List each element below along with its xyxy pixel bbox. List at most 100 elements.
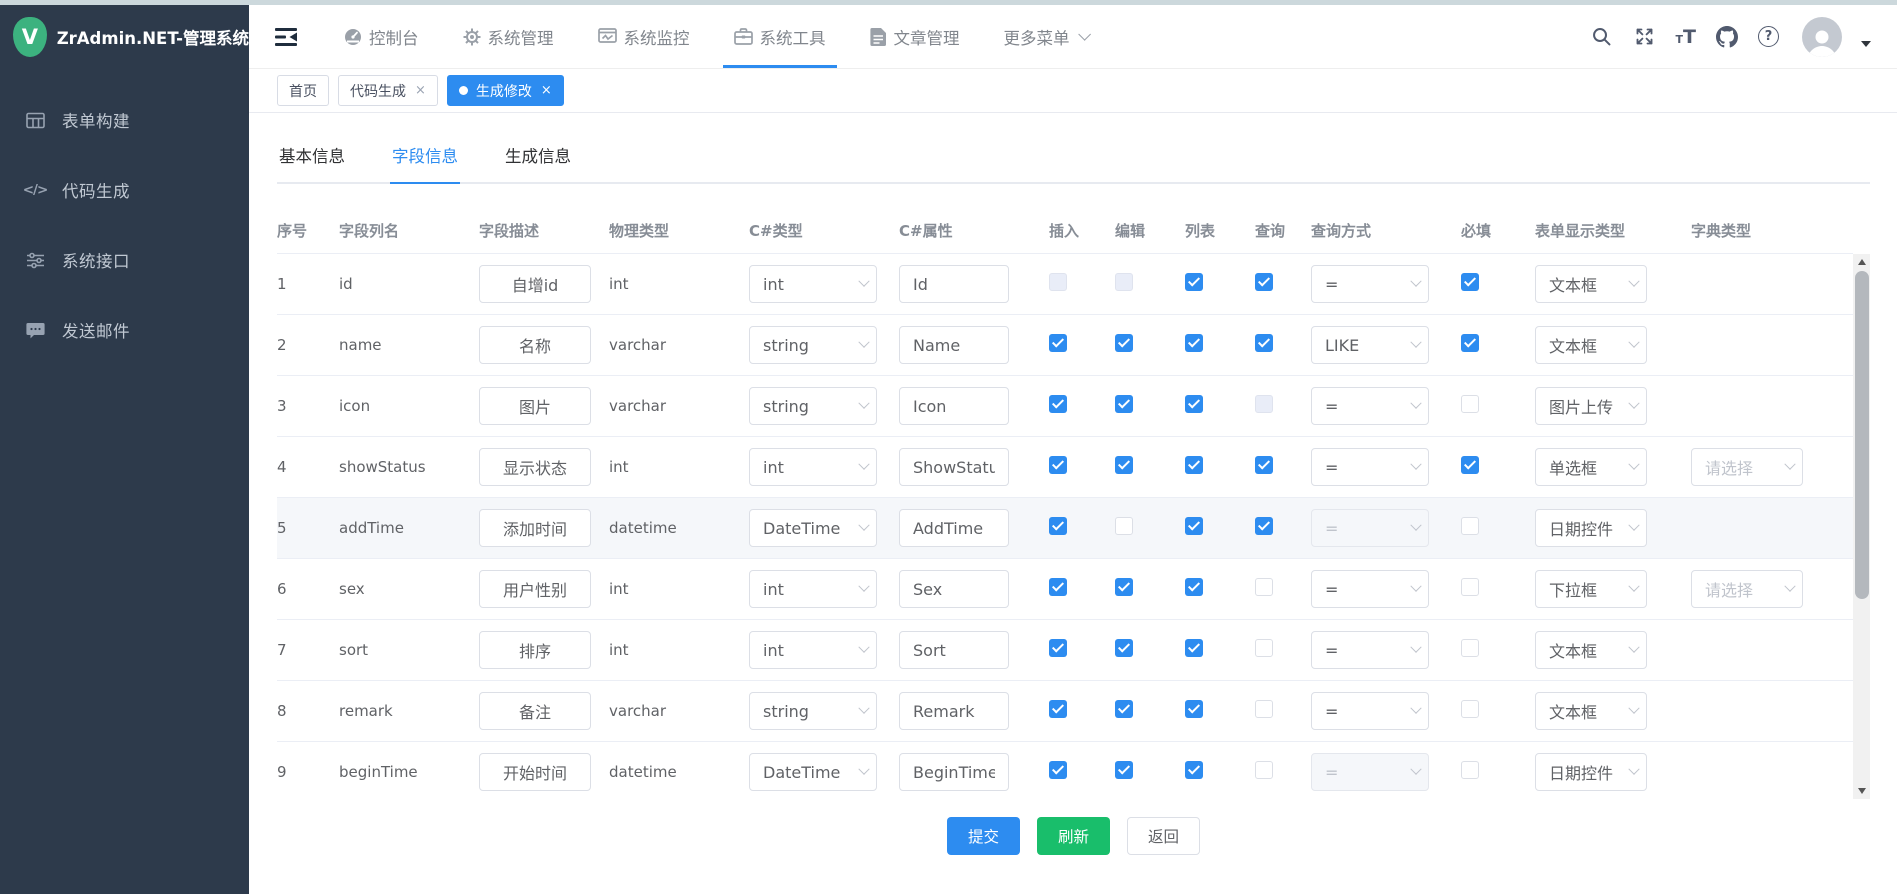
description-input[interactable] xyxy=(479,570,591,608)
cs-property-input[interactable] xyxy=(899,509,1009,547)
list-checkbox[interactable] xyxy=(1185,761,1203,779)
help-icon[interactable]: ? xyxy=(1758,26,1779,47)
sidebar-collapse-icon[interactable] xyxy=(275,26,299,48)
nav-menu-控制台[interactable]: 控制台 xyxy=(333,5,430,68)
required-checkbox[interactable] xyxy=(1461,395,1479,413)
edit-checkbox[interactable] xyxy=(1115,517,1133,535)
sidebar-item-系统接口[interactable]: 系统接口 xyxy=(0,225,249,295)
cs-property-input[interactable] xyxy=(899,753,1009,791)
edit-checkbox[interactable] xyxy=(1115,578,1133,596)
description-input[interactable] xyxy=(479,692,591,730)
cs-type-select[interactable]: int xyxy=(749,265,877,303)
dict-type-select[interactable]: 请选择 xyxy=(1691,448,1803,486)
query-checkbox[interactable] xyxy=(1255,334,1273,352)
list-checkbox[interactable] xyxy=(1185,456,1203,474)
description-input[interactable] xyxy=(479,753,591,791)
sidebar-item-表单构建[interactable]: 表单构建 xyxy=(0,85,249,155)
list-checkbox[interactable] xyxy=(1185,273,1203,291)
list-checkbox[interactable] xyxy=(1185,639,1203,657)
display-type-select[interactable]: 日期控件 xyxy=(1535,753,1647,791)
query-checkbox[interactable] xyxy=(1255,456,1273,474)
edit-checkbox[interactable] xyxy=(1115,700,1133,718)
sidebar-item-发送邮件[interactable]: 发送邮件 xyxy=(0,295,249,365)
required-checkbox[interactable] xyxy=(1461,517,1479,535)
query-checkbox[interactable] xyxy=(1255,517,1273,535)
query-type-select[interactable]: LIKE xyxy=(1311,326,1429,364)
nav-menu-系统监控[interactable]: 系统监控 xyxy=(587,5,701,68)
description-input[interactable] xyxy=(479,509,591,547)
display-type-select[interactable]: 日期控件 xyxy=(1535,509,1647,547)
tab-基本信息[interactable]: 基本信息 xyxy=(277,143,347,182)
scrollbar-up-arrow-icon[interactable] xyxy=(1853,254,1870,270)
description-input[interactable] xyxy=(479,631,591,669)
list-checkbox[interactable] xyxy=(1185,578,1203,596)
logo-row[interactable]: V ZrAdmin.NET-管理系统 xyxy=(0,5,249,69)
required-checkbox[interactable] xyxy=(1461,700,1479,718)
cs-type-select[interactable]: int xyxy=(749,570,877,608)
tag-首页[interactable]: 首页 xyxy=(277,75,329,106)
tag-close-icon[interactable]: × xyxy=(541,84,552,97)
insert-checkbox[interactable] xyxy=(1049,761,1067,779)
nav-menu-文章管理[interactable]: 文章管理 xyxy=(859,5,971,68)
insert-checkbox[interactable] xyxy=(1049,700,1067,718)
description-input[interactable] xyxy=(479,387,591,425)
edit-checkbox[interactable] xyxy=(1115,639,1133,657)
display-type-select[interactable]: 文本框 xyxy=(1535,631,1647,669)
display-type-select[interactable]: 图片上传 xyxy=(1535,387,1647,425)
cs-property-input[interactable] xyxy=(899,265,1009,303)
list-checkbox[interactable] xyxy=(1185,395,1203,413)
cs-property-input[interactable] xyxy=(899,387,1009,425)
tag-生成修改[interactable]: 生成修改× xyxy=(447,75,564,106)
cs-property-input[interactable] xyxy=(899,692,1009,730)
tag-close-icon[interactable]: × xyxy=(415,84,426,97)
fullscreen-icon[interactable] xyxy=(1633,25,1657,49)
edit-checkbox[interactable] xyxy=(1115,334,1133,352)
submit-button[interactable]: 提交 xyxy=(947,817,1020,855)
refresh-button[interactable]: 刷新 xyxy=(1037,817,1110,855)
cs-property-input[interactable] xyxy=(899,570,1009,608)
tab-生成信息[interactable]: 生成信息 xyxy=(503,143,573,182)
description-input[interactable] xyxy=(479,448,591,486)
nav-menu-更多菜单[interactable]: 更多菜单 xyxy=(993,5,1098,68)
cs-property-input[interactable] xyxy=(899,448,1009,486)
display-type-select[interactable]: 文本框 xyxy=(1535,692,1647,730)
required-checkbox[interactable] xyxy=(1461,578,1479,596)
display-type-select[interactable]: 文本框 xyxy=(1535,326,1647,364)
query-type-select[interactable]: = xyxy=(1311,692,1429,730)
list-checkbox[interactable] xyxy=(1185,700,1203,718)
cs-property-input[interactable] xyxy=(899,326,1009,364)
cs-type-select[interactable]: int xyxy=(749,448,877,486)
insert-checkbox[interactable] xyxy=(1049,578,1067,596)
query-checkbox[interactable] xyxy=(1255,639,1273,657)
table-scrollbar[interactable] xyxy=(1853,254,1870,799)
dict-type-select[interactable]: 请选择 xyxy=(1691,570,1803,608)
display-type-select[interactable]: 下拉框 xyxy=(1535,570,1647,608)
query-checkbox[interactable] xyxy=(1255,700,1273,718)
cs-type-select[interactable]: int xyxy=(749,631,877,669)
cs-type-select[interactable]: DateTime xyxy=(749,753,877,791)
query-type-select[interactable]: = xyxy=(1311,387,1429,425)
sidebar-item-代码生成[interactable]: </>代码生成 xyxy=(0,155,249,225)
required-checkbox[interactable] xyxy=(1461,761,1479,779)
required-checkbox[interactable] xyxy=(1461,334,1479,352)
display-type-select[interactable]: 单选框 xyxy=(1535,448,1647,486)
query-checkbox[interactable] xyxy=(1255,761,1273,779)
query-checkbox[interactable] xyxy=(1255,578,1273,596)
github-icon[interactable] xyxy=(1715,25,1739,49)
tag-代码生成[interactable]: 代码生成× xyxy=(338,75,438,106)
query-type-select[interactable]: = xyxy=(1311,448,1429,486)
query-type-select[interactable]: = xyxy=(1311,265,1429,303)
scrollbar-down-arrow-icon[interactable] xyxy=(1853,783,1870,799)
required-checkbox[interactable] xyxy=(1461,639,1479,657)
nav-menu-系统管理[interactable]: 系统管理 xyxy=(452,5,565,68)
cs-type-select[interactable]: string xyxy=(749,692,877,730)
cs-type-select[interactable]: string xyxy=(749,326,877,364)
required-checkbox[interactable] xyxy=(1461,273,1479,291)
cs-type-select[interactable]: DateTime xyxy=(749,509,877,547)
list-checkbox[interactable] xyxy=(1185,517,1203,535)
query-type-select[interactable]: = xyxy=(1311,570,1429,608)
insert-checkbox[interactable] xyxy=(1049,395,1067,413)
required-checkbox[interactable] xyxy=(1461,456,1479,474)
font-size-icon[interactable]: TT xyxy=(1676,26,1696,48)
insert-checkbox[interactable] xyxy=(1049,517,1067,535)
